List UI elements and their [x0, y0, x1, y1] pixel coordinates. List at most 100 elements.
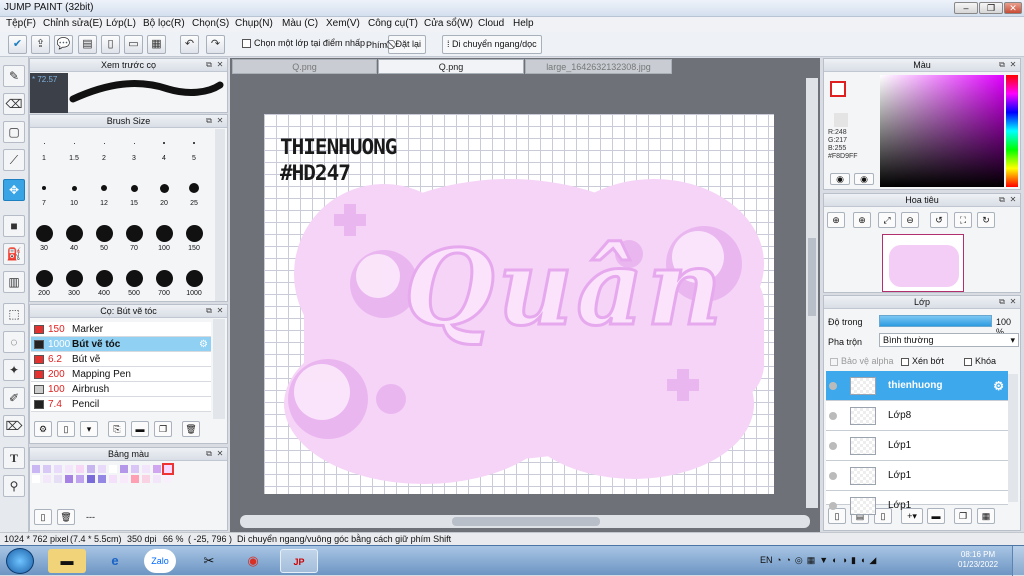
message-icon[interactable]: ▤: [78, 35, 97, 54]
brush-size-option[interactable]: 10: [62, 176, 86, 207]
palette-swatch[interactable]: [43, 475, 51, 483]
minimize-button[interactable]: –: [954, 2, 978, 14]
new-palette-icon[interactable]: ▯: [34, 509, 52, 525]
palette-swatch[interactable]: [87, 475, 95, 483]
check-icon[interactable]: ✔: [8, 35, 27, 54]
palette-swatch[interactable]: [109, 465, 117, 473]
folder-icon[interactable]: ▬: [131, 421, 149, 437]
redo-icon[interactable]: ↷: [206, 35, 225, 54]
internet-explorer-icon[interactable]: e: [96, 549, 134, 573]
panel-close-icon[interactable]: ✕: [1008, 60, 1018, 70]
menu-capture[interactable]: Chụp(N): [235, 18, 273, 29]
brush-copy-icon[interactable]: ⎘: [108, 421, 126, 437]
brush-size-option[interactable]: 300: [62, 266, 86, 297]
panel-undock-icon[interactable]: ⧉: [997, 297, 1007, 307]
palette-swatch[interactable]: [120, 475, 128, 483]
brush-size-option[interactable]: 2: [92, 131, 116, 162]
brush-list-scrollbar[interactable]: [213, 319, 225, 419]
menu-edit[interactable]: Chỉnh sửa(E): [43, 18, 103, 29]
select-pen-icon[interactable]: ✐: [3, 387, 25, 409]
brush-item[interactable]: 1000 Bút vẽ tóc ⚙: [31, 337, 211, 352]
color-history-icon[interactable]: ◉: [854, 173, 874, 185]
reset-button[interactable]: ⃠ Đặt lại: [388, 35, 427, 54]
palette-swatch[interactable]: [109, 475, 117, 483]
fit-icon[interactable]: ⤢: [878, 212, 896, 228]
brush-size-option[interactable]: 5: [182, 131, 206, 162]
menu-color[interactable]: Màu (C): [282, 18, 318, 29]
palette-swatch[interactable]: [65, 475, 73, 483]
brush-size-option[interactable]: 4: [152, 131, 176, 162]
delete-brush-icon[interactable]: 🗑: [182, 421, 200, 437]
zoom-out-icon[interactable]: ⊖: [901, 212, 919, 228]
panel-close-icon[interactable]: ✕: [1008, 195, 1018, 205]
layer-folder-icon[interactable]: ▬: [927, 508, 945, 524]
menu-window[interactable]: Cửa sổ(W): [424, 18, 473, 29]
menu-cloud[interactable]: Cloud: [478, 18, 504, 29]
brush-size-option[interactable]: 15: [122, 176, 146, 207]
close-button[interactable]: ✕: [1004, 2, 1022, 14]
brush-settings-icon[interactable]: ⚙: [34, 421, 52, 437]
visibility-icon[interactable]: [829, 382, 837, 390]
panel-close-icon[interactable]: ✕: [215, 60, 225, 70]
panel-undock-icon[interactable]: ⧉: [204, 449, 214, 459]
clip-option[interactable]: Xén bớt: [901, 356, 944, 366]
undo-icon[interactable]: ↶: [180, 35, 199, 54]
brush-item[interactable]: 150 Marker: [31, 322, 211, 337]
palette-swatch[interactable]: [98, 475, 106, 483]
brush-size-option[interactable]: 30: [32, 221, 56, 252]
palette-swatch[interactable]: [131, 475, 139, 483]
select-one-layer-checkbox[interactable]: [242, 39, 251, 49]
navigator-thumbnail[interactable]: [882, 234, 964, 292]
tab-q-png-1[interactable]: Q.png: [232, 59, 377, 74]
menu-select[interactable]: Chọn(S): [192, 18, 229, 29]
rotate-left-icon[interactable]: ↺: [930, 212, 948, 228]
layer-row[interactable]: thienhuong ⚙: [826, 371, 1008, 401]
visibility-icon[interactable]: [829, 472, 837, 480]
menu-filter[interactable]: Bộ lọc(R): [143, 18, 185, 29]
reset-rotation-icon[interactable]: ⛶: [954, 212, 972, 228]
transparent-swatch[interactable]: [834, 113, 848, 127]
panel-close-icon[interactable]: ✕: [215, 449, 225, 459]
drawing-canvas[interactable]: THIENHUONG #HD247 Quân: [264, 114, 774, 494]
primary-color-swatch[interactable]: [830, 81, 846, 97]
lock-option[interactable]: Khóa: [964, 356, 996, 366]
palette-swatch[interactable]: [131, 465, 139, 473]
merge-layer-icon[interactable]: ❐: [954, 508, 972, 524]
select-rect-icon[interactable]: ⬚: [3, 303, 25, 325]
line-tool-icon[interactable]: ⟋: [3, 149, 25, 171]
brush-size-option[interactable]: 25: [182, 176, 206, 207]
magic-wand-icon[interactable]: ✦: [3, 359, 25, 381]
palette-swatch[interactable]: [162, 463, 174, 475]
tab-large-jpg[interactable]: large_1642632132308.jpg: [525, 59, 672, 74]
maximize-button[interactable]: ❐: [979, 2, 1003, 14]
layer-settings-gear-icon[interactable]: ⚙: [993, 379, 1004, 393]
palette-swatch[interactable]: [32, 475, 40, 483]
brush-size-option[interactable]: 3: [122, 131, 146, 162]
duplicate-icon[interactable]: ❐: [154, 421, 172, 437]
brush-tool-icon[interactable]: ✎: [3, 65, 25, 87]
layer-row[interactable]: Lớp1: [826, 431, 1008, 461]
menu-tools[interactable]: Công cụ(T): [368, 18, 418, 29]
move-tool-icon[interactable]: ✥: [3, 179, 25, 201]
chrome-icon[interactable]: ◉: [234, 549, 272, 573]
brush-menu-icon[interactable]: ▾: [80, 421, 98, 437]
brush-size-option[interactable]: 7: [32, 176, 56, 207]
palette-swatch[interactable]: [142, 465, 150, 473]
eraser-tool-icon[interactable]: ⌫: [3, 93, 25, 115]
brush-size-option[interactable]: 700: [152, 266, 176, 297]
visibility-icon[interactable]: [829, 412, 837, 420]
palette-swatch[interactable]: [54, 475, 62, 483]
menu-view[interactable]: Xem(V): [326, 18, 360, 29]
palette-swatch[interactable]: [153, 465, 161, 473]
gradient-tool-icon[interactable]: ▥: [3, 271, 25, 293]
brush-size-option[interactable]: 100: [152, 221, 176, 252]
layer-settings-icon[interactable]: ▦: [977, 508, 995, 524]
panel-close-icon[interactable]: ✕: [1008, 297, 1018, 307]
zoom-in-2-icon[interactable]: ⊕: [853, 212, 871, 228]
move-hv-button[interactable]: ⁞ Di chuyển ngang/dọc: [442, 35, 542, 54]
brush-settings-gear-icon[interactable]: ⚙: [199, 337, 208, 352]
comment-icon[interactable]: 💬: [54, 35, 73, 54]
jump-paint-taskbar-icon[interactable]: JP: [280, 549, 318, 573]
palette-swatch[interactable]: [76, 465, 84, 473]
brush-size-option[interactable]: 150: [182, 221, 206, 252]
